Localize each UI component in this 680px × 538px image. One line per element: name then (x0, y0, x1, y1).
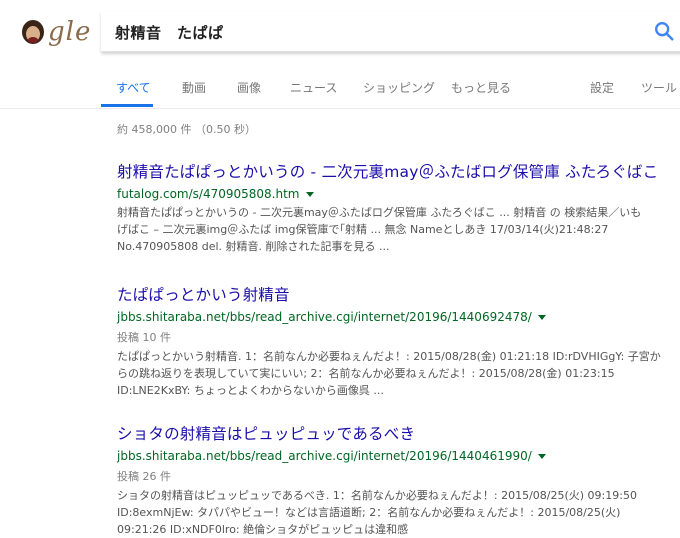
doodle-face-icon (22, 20, 44, 44)
active-tab-indicator (101, 104, 153, 107)
tab-images[interactable]: 画像 (237, 79, 261, 96)
url-dropdown-caret-icon[interactable] (537, 314, 546, 320)
tab-news[interactable]: ニュース (290, 79, 337, 96)
result-url: futalog.com/s/470905808.htm (117, 187, 300, 201)
result-stats: 約 458,000 件 （0.50 秒） (117, 123, 256, 136)
tab-settings[interactable]: 設定 (590, 79, 614, 96)
search-tabs: すべて 動画 画像 ニュース ショッピング もっと見る 設定 ツール (0, 62, 680, 109)
tab-shopping[interactable]: ショッピング (363, 79, 435, 96)
snippet-line: ID:8exmNjEw: タパパやビュー！などは言語道断; 2：名前なんか必要ね… (117, 506, 621, 519)
snippet-line: 射精音たぱぱっとかいうの - 二次元裏may＠ふたばログ保管庫 ふたろぐばこ .… (117, 206, 642, 219)
header: gle 射精音 たぱぱ (0, 0, 680, 62)
snippet-line: ID:LNE2KxBY: ちょっとよくわからないから画像呉 ... (117, 384, 384, 397)
snippet-line: げばこ – 二次元裏img＠ふたば img保管庫で｢射精 ... 無念 Name… (117, 223, 609, 236)
result-title-link[interactable]: ショタの射精音はピュッピュッであるべき (117, 422, 680, 444)
search-query-text: 射精音 たぱぱ (115, 24, 224, 42)
logo-text: gle (48, 17, 92, 47)
google-doodle-logo[interactable]: gle (0, 14, 90, 50)
result-url: jbbs.shitaraba.net/bbs/read_archive.cgi/… (117, 310, 532, 324)
result-snippet: 射精音たぱぱっとかいうの - 二次元裏may＠ふたばログ保管庫 ふたろぐばこ .… (117, 204, 680, 255)
post-count: 投稿 26 件 (117, 470, 171, 483)
search-icon[interactable] (653, 20, 675, 42)
result-title-link[interactable]: たぱぱっとかいう射精音 (117, 283, 680, 305)
tab-tools[interactable]: ツール (641, 79, 677, 96)
tab-more[interactable]: もっと見る (451, 79, 511, 96)
snippet-line: たぱぱっとかいう射精音. 1：名前なんか必要ねぇんだよ！: 2015/08/28… (117, 350, 661, 363)
snippet-line: ショタの射精音はピュッピュッであるべき. 1：名前なんか必要ねぇんだよ！: 20… (117, 489, 637, 502)
result-snippet: ショタの射精音はピュッピュッであるべき. 1：名前なんか必要ねぇんだよ！: 20… (117, 487, 680, 538)
snippet-line: 09:21:26 ID:xNDF0lro: 絶倫ショタがピュッピュは違和感 (117, 523, 409, 536)
search-result: たぱぱっとかいう射精音 jbbs.shitaraba.net/bbs/read_… (117, 283, 680, 399)
search-result: ショタの射精音はピュッピュッであるべき jbbs.shitaraba.net/b… (117, 422, 680, 538)
tab-videos[interactable]: 動画 (182, 79, 206, 96)
result-url: jbbs.shitaraba.net/bbs/read_archive.cgi/… (117, 449, 532, 463)
snippet-line: らの跳ね返りを表現していて実にいい; 2：名前なんか必要ねぇんだよ！: 2015… (117, 367, 615, 380)
result-snippet: たぱぱっとかいう射精音. 1：名前なんか必要ねぇんだよ！: 2015/08/28… (117, 348, 680, 399)
result-title-link[interactable]: 射精音たぱぱっとかいうの - 二次元裏may＠ふたばログ保管庫 ふたろぐばこ (117, 160, 680, 182)
url-dropdown-caret-icon[interactable] (305, 191, 314, 197)
url-dropdown-caret-icon[interactable] (537, 453, 546, 459)
search-input[interactable]: 射精音 たぱぱ (101, 11, 680, 52)
snippet-line: No.470905808 del. 射精音. 削除された記事を見る ... (117, 240, 390, 253)
post-count: 投稿 10 件 (117, 331, 171, 344)
tab-all[interactable]: すべて (116, 79, 151, 96)
search-result: 射精音たぱぱっとかいうの - 二次元裏may＠ふたばログ保管庫 ふたろぐばこ f… (117, 160, 680, 255)
